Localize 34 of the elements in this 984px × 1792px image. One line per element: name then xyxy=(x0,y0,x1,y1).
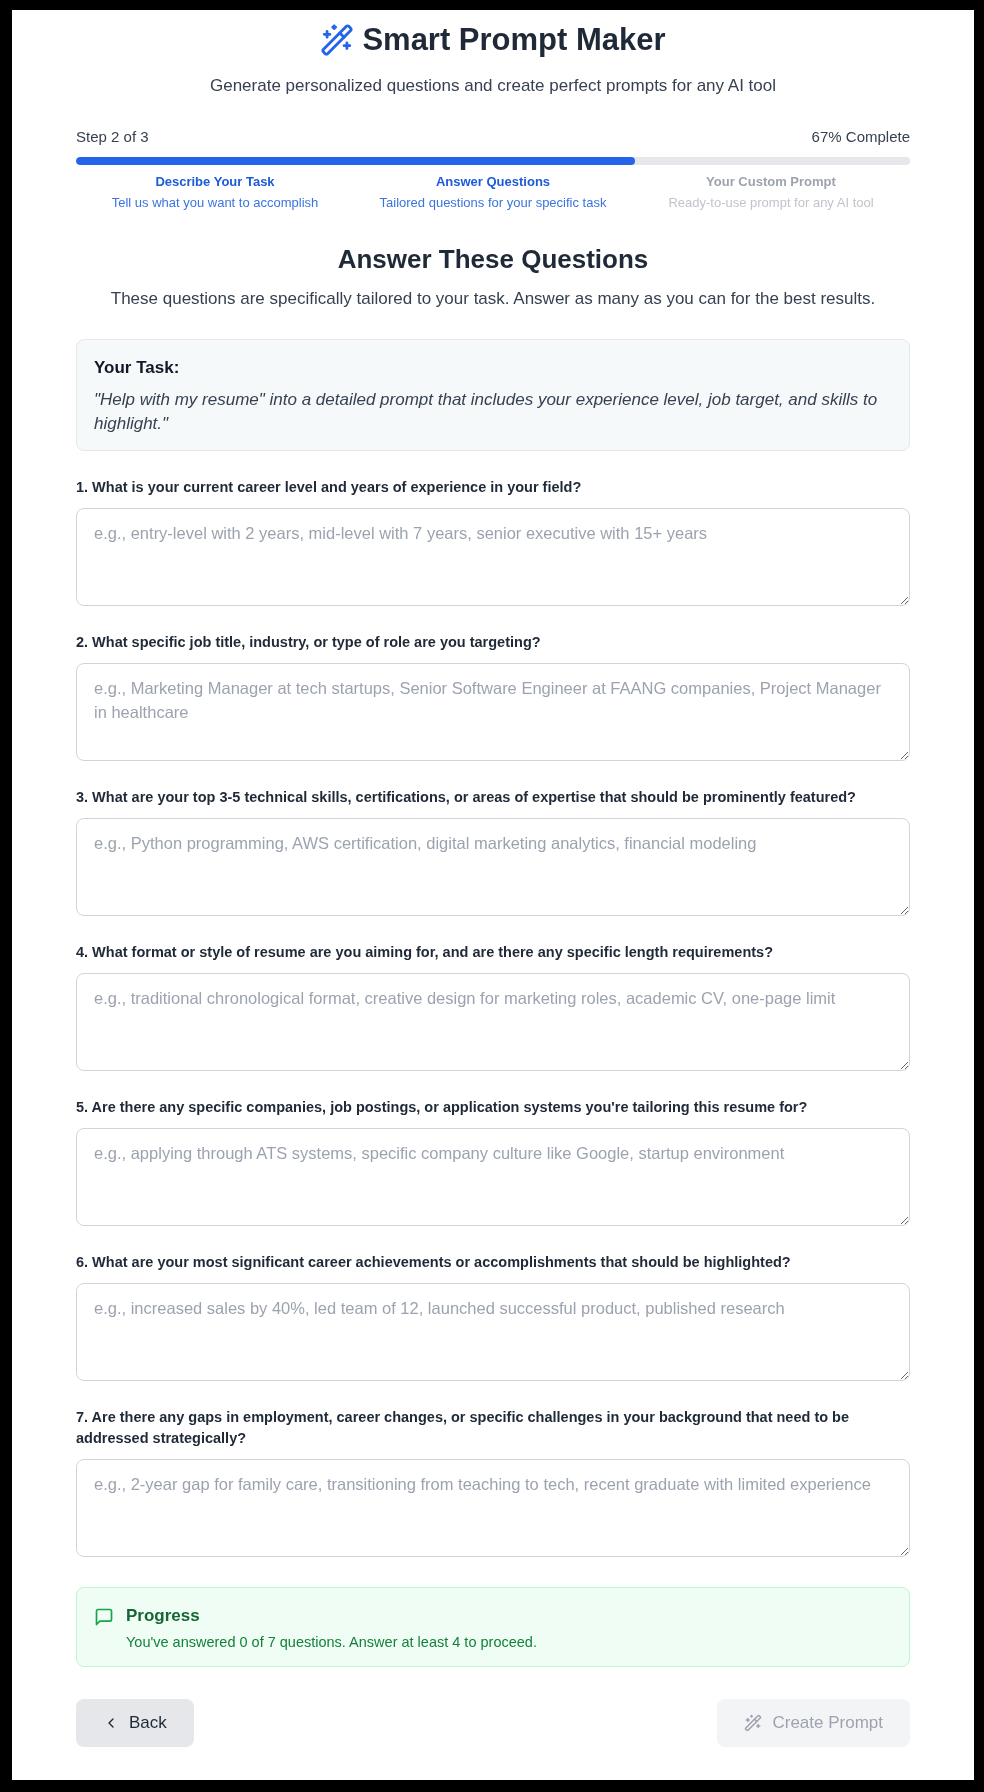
answer-field[interactable]: e.g., entry-level with 2 years, mid-level with 7 years, senior executive with 15+ years xyxy=(76,508,910,606)
question-label: 4. What format or style of resume are you aiming for, and are there any specific length requirements? xyxy=(76,943,774,962)
section-description: These questions are specifically tailored to your task. Answer as many as you can for the best results. xyxy=(109,289,877,309)
notice-message: You've answered 0 of 7 questions. Answer at least 4 to proceed. xyxy=(126,1634,537,1650)
step-title: Your Custom Prompt xyxy=(705,174,837,189)
step-title: Answer Questions xyxy=(434,174,552,189)
app-subtitle: Generate personalized questions and create perfect prompts for any AI tool xyxy=(209,76,777,96)
answer-field[interactable]: e.g., increased sales by 40%, led team of 12, launched successful product, published research xyxy=(76,1283,910,1381)
app-title: Smart Prompt Maker xyxy=(362,22,666,58)
magic-wand-icon xyxy=(744,1714,763,1732)
answer-field[interactable]: e.g., traditional chronological format, creative design for marketing roles, academic CV, one-page limit xyxy=(76,973,910,1071)
notice-title: Progress xyxy=(126,1606,201,1626)
question-label: 3. What are your top 3-5 technical skills, certifications, or areas of expertise that should be prominently featured? xyxy=(76,788,857,807)
answer-field[interactable]: e.g., 2-year gap for family care, transitioning from teaching to tech, recent graduate with limited experience xyxy=(76,1459,910,1557)
step-counter: Step 2 of 3 xyxy=(76,128,149,145)
answer-field[interactable]: e.g., applying through ATS systems, specific company culture like Google, startup environment xyxy=(76,1128,910,1226)
step-title: Describe Your Task xyxy=(154,174,276,189)
answer-field[interactable]: e.g., Python programming, AWS certification, digital marketing analytics, financial modeling xyxy=(76,818,910,916)
question-label: 5. Are there any specific companies, job postings, or application systems you're tailoring this resume for? xyxy=(76,1098,809,1117)
task-text: "Help with my resume" into a detailed prompt that includes your experience level, job target, and skills to highlight." xyxy=(94,389,879,435)
question-label: 2. What specific job title, industry, or type of role are you targeting? xyxy=(76,633,542,652)
speech-bubble-icon xyxy=(94,1607,114,1627)
question-label: 7. Are there any gaps in employment, career changes, or specific challenges in your background that need to be addressed strategically? xyxy=(76,1408,851,1448)
step-caption: Tell us what you want to accomplish xyxy=(110,195,320,210)
magic-wand-icon xyxy=(320,23,355,57)
step-caption: Ready-to-use prompt for any AI tool xyxy=(667,195,875,210)
step-caption: Tailored questions for your specific task xyxy=(378,195,608,210)
answer-field[interactable]: e.g., Marketing Manager at tech startups, Senior Software Engineer at FAANG companies, Project Manager in healthcare xyxy=(76,663,910,761)
percent-complete: 67% Complete xyxy=(811,128,910,145)
question-label: 1. What is your current career level and years of experience in your field? xyxy=(76,478,583,497)
section-heading: Answer These Questions xyxy=(336,244,650,275)
back-button[interactable]: Back xyxy=(76,1699,194,1747)
question-label: 6. What are your most significant career achievements or accomplishments that should be highlighted? xyxy=(76,1253,792,1272)
task-label: Your Task: xyxy=(94,358,181,378)
